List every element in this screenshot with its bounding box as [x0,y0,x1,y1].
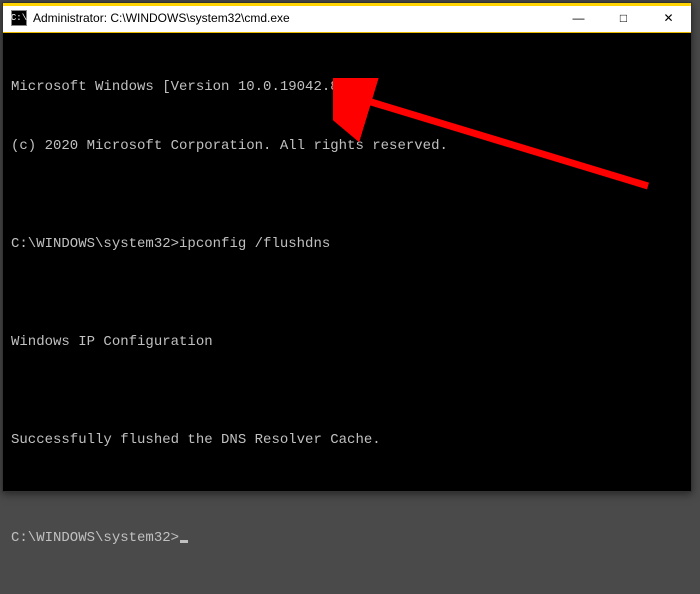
close-button[interactable]: ✕ [646,3,691,32]
minimize-button[interactable]: — [556,3,601,32]
output-line: Successfully flushed the DNS Resolver Ca… [11,431,683,451]
prompt-line: C:\WINDOWS\system32>ipconfig /flushdns [11,235,683,255]
cmd-icon: C:\ [11,10,27,26]
titlebar[interactable]: C:\ Administrator: C:\WINDOWS\system32\c… [3,3,691,33]
titlebar-accent [3,3,691,6]
command-text: ipconfig /flushdns [179,236,330,252]
prompt-path: C:\WINDOWS\system32> [11,236,179,252]
output-line: Windows IP Configuration [11,333,683,353]
window-title: Administrator: C:\WINDOWS\system32\cmd.e… [33,11,556,25]
cmd-window: C:\ Administrator: C:\WINDOWS\system32\c… [2,2,692,492]
prompt-line: C:\WINDOWS\system32> [11,529,683,549]
window-controls: — □ ✕ [556,3,691,32]
output-line: (c) 2020 Microsoft Corporation. All righ… [11,137,683,157]
output-line: Microsoft Windows [Version 10.0.19042.87… [11,78,683,98]
cursor [180,540,188,543]
prompt-path: C:\WINDOWS\system32> [11,530,179,546]
maximize-button[interactable]: □ [601,3,646,32]
terminal-output[interactable]: Microsoft Windows [Version 10.0.19042.87… [3,33,691,594]
